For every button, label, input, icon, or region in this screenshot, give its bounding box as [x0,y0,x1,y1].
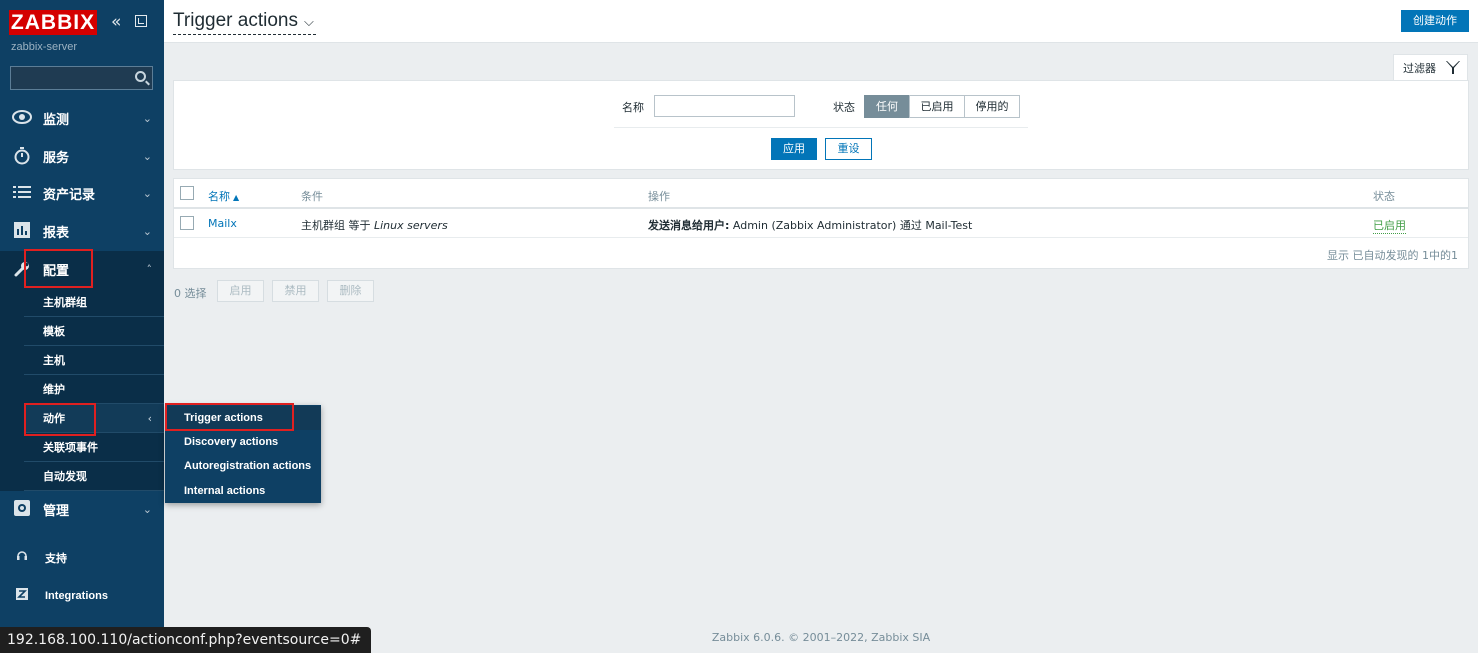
submenu-host-groups[interactable]: 主机群组 [24,288,164,317]
status-enabled-option[interactable]: 已启用 [909,95,965,118]
action-name-link[interactable]: Mailx [208,217,237,230]
zabbix-logo[interactable]: ZABBIX [9,10,97,35]
zabbix-integrations-icon [14,588,30,604]
selected-count: 0 选择 [174,287,207,300]
kiosk-mode-icon[interactable] [135,15,147,27]
gear-icon [12,499,32,520]
browser-status-url: 192.168.100.110/actionconf.php?eventsour… [0,627,372,653]
submenu-actions[interactable]: 动作 ‹ [24,404,164,433]
submenu-discovery[interactable]: 自动发现 [24,462,164,491]
status-disabled-option[interactable]: 停用的 [964,95,1020,118]
row-checkbox[interactable] [180,216,194,230]
menu-services[interactable]: 服务 ⌄ [0,138,164,175]
flyout-autoregistration-actions[interactable]: Autoregistration actions [165,454,321,478]
select-all-checkbox[interactable] [180,186,194,200]
table-row: Mailx 主机群组 等于 Linux servers 发送消息给用户: Adm… [174,209,1468,238]
submenu-hosts[interactable]: 主机 [24,346,164,375]
filter-icon [1446,61,1460,74]
flyout-discovery-actions[interactable]: Discovery actions [165,430,321,454]
menu-label: 服务 [43,151,70,166]
table-paging-summary: 显示 已自动发现的 1中的1 [1327,249,1458,262]
action-operation: 发送消息给用户: Admin (Zabbix Administrator) 通过… [648,219,973,232]
submenu-event-correlation[interactable]: 关联项事件 [24,433,164,462]
collapse-sidebar-icon[interactable]: « [111,12,121,32]
mass-delete-button[interactable]: 删除 [327,280,374,302]
chevron-down-icon: ⌄ [142,225,152,238]
chevron-down-icon: ⌵ [303,14,314,29]
menu-configuration[interactable]: 配置 ˄ [0,251,164,288]
filter-panel: 名称 状态 任何 已启用 停用的 应用 重设 [173,80,1469,170]
configuration-submenu: 主机群组 模板 主机 维护 动作 ‹ 关联项事件 自动发现 [0,288,164,491]
actions-flyout-menu: Trigger actions Discovery actions Autore… [165,405,321,503]
menu-inventory[interactable]: 资产记录 ⌄ [0,175,164,212]
apply-button[interactable]: 应用 [771,138,817,160]
submenu-templates[interactable]: 模板 [24,317,164,346]
menu-label: 报表 [43,226,70,241]
chevron-down-icon: ⌄ [142,503,152,516]
server-name: zabbix-server [11,41,78,53]
search-input[interactable] [10,66,153,90]
name-column-header[interactable]: 名称 ▲ [208,188,239,204]
flyout-internal-actions[interactable]: Internal actions [165,479,321,503]
operations-column-header: 操作 [648,190,670,203]
chevron-down-icon: ⌄ [142,112,152,125]
filter-divider [614,127,1028,128]
menu-support[interactable]: 支持 [0,540,164,576]
action-condition: 主机群组 等于 Linux servers [301,219,448,232]
table-header: 名称 ▲ 条件 操作 状态 [174,179,1468,209]
chevron-up-icon: ˄ [146,263,153,276]
conditions-column-header: 条件 [301,190,323,203]
filter-tab-label: 过滤器 [1403,62,1436,75]
headset-icon [14,550,30,566]
chevron-left-icon: ‹ [147,411,152,425]
chevron-down-icon: ⌄ [142,187,152,200]
list-icon [12,184,32,204]
actions-table: 名称 ▲ 条件 操作 状态 Mailx 主机群组 等于 Linux servers… [173,178,1469,269]
search-icon[interactable] [135,71,146,82]
status-toggle-link[interactable]: 已启用 [1373,217,1406,234]
mass-enable-button[interactable]: 启用 [217,280,264,302]
menu-integrations[interactable]: Integrations [0,578,164,614]
reset-button[interactable]: 重设 [825,138,872,160]
flyout-trigger-actions[interactable]: Trigger actions [165,406,321,430]
menu-label: 监测 [43,113,70,128]
filter-tab[interactable]: 过滤器 [1393,54,1468,81]
status-filter-label: 状态 [833,101,855,114]
page-title: Trigger actions [173,10,298,31]
sort-ascending-icon: ▲ [233,193,240,202]
menu-label: 资产记录 [43,188,96,203]
create-action-button[interactable]: 创建动作 [1401,10,1469,32]
stopwatch-icon [12,146,32,167]
menu-administration[interactable]: 管理 ⌄ [0,491,164,528]
mass-disable-button[interactable]: 禁用 [272,280,319,302]
wrench-icon [12,260,32,280]
submenu-maintenance[interactable]: 维护 [24,375,164,404]
name-filter-label: 名称 [622,101,644,114]
status-column-header: 状态 [1373,190,1395,203]
menu-reports[interactable]: 报表 ⌄ [0,213,164,250]
eye-icon [12,109,32,129]
chart-icon [12,221,32,242]
menu-label: 管理 [43,504,70,519]
chevron-down-icon: ⌄ [142,150,152,163]
menu-monitoring[interactable]: 监测 ⌄ [0,100,164,137]
menu-label: 配置 [43,264,70,279]
page-title-dropdown[interactable]: Trigger actions ⌵ [173,9,316,35]
status-any-option[interactable]: 任何 [864,95,910,118]
name-filter-input[interactable] [654,95,795,117]
sidebar: ZABBIX « zabbix-server 监测 ⌄ 服务 ⌄ 资产记录 ⌄ … [0,0,164,653]
page-header: Trigger actions ⌵ 创建动作 [164,0,1478,43]
